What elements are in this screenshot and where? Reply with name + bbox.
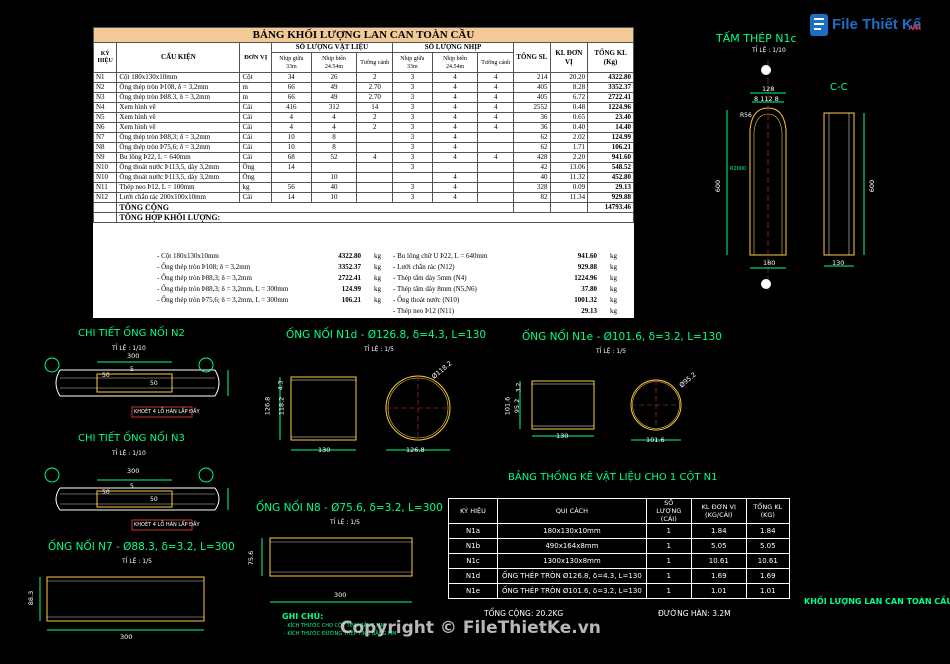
bottom-right-label: KHỐI LƯỢNG LAN CAN TOÀN CẦU [804,597,950,606]
tk-cell: N1e [448,583,498,599]
n1c-dim-mid: 8 112 8 [754,95,779,103]
n1e-detail [519,379,682,441]
tk-cell: 10.61 [745,553,790,569]
n1d-title: ỐNG NỐI N1d - Ø126.8, δ=4.3, L=130 [286,329,487,341]
n1d-dim-h2: 118.2 [277,396,286,416]
tk-weld: ĐƯỜNG HÀN: 3.2M [658,609,731,618]
tk-cell: 1.69 [745,568,790,584]
n8-dim-w: 300 [334,591,347,599]
tk-cell: 1.01 [745,583,790,599]
n1d-dim-w: 130 [318,446,331,454]
n8-title: ỐNG NỐI N8 - Ø75.6, δ=3.2, L=300 [256,502,443,514]
n1d-dim-h: 126.8 [263,396,272,416]
n7-dim-h: 88.3 [27,590,36,606]
n3-title: CHI TIẾT ỐNG NỐI N3 [78,433,185,444]
n8-dim-h: 75.6 [247,550,256,566]
n1c-dim-w: 180 [763,259,776,267]
tk-header-row: KÝ HIỆU QUI CÁCH SỐ LƯỢNG (CÁI) KL ĐƠN VỊ (… [448,498,790,524]
n3-dim-c: 50 [150,496,158,503]
tk-cell: 180x130x10mm [497,523,647,539]
n1e-dim-w: 130 [556,432,569,440]
cc-dim-w: 130 [832,259,845,267]
tk-row: N1c 1300x130x8mm 1 10.61 10.61 [448,553,790,569]
n7-dim-w: 300 [120,633,133,641]
tk-body: N1a 180x130x10mm 1 1.84 1.84 N1b 490x164x8mm 1 5… [448,523,790,599]
tk-cell: N1a [448,523,498,539]
tk-cell: ỐNG THÉP TRÒN Ø101.6, δ=3.2, L=130 [497,583,647,599]
n3-dim-l: 300 [127,467,140,475]
section-marker-icon [761,65,771,75]
n2-scale: TỈ LỆ : 1/10 [112,345,146,352]
n1d-dim-t: 4.3 [277,380,285,391]
n7-title: ỐNG NỐI N7 - Ø88.3, δ=3.2, L=300 [48,541,235,553]
cc-section [823,112,865,267]
tk-cell: 1 [645,553,692,569]
n3-detail [44,467,229,531]
n2-dim-a: 50 [102,372,110,379]
n1d-scale: TỈ LỆ : 1/5 [364,346,394,353]
tk-total: TỔNG CỘNG: 20.2KG [484,609,564,618]
tk-cell: N1c [448,553,498,569]
tk-cell: 1300x130x8mm [497,553,647,569]
n1c-title: TẤM THÉP N1c [716,32,797,45]
tk-cell: 1 [645,538,692,554]
tk-cell: 1.01 [690,583,747,599]
n1e-scale: TỈ LỆ : 1/5 [596,348,626,355]
tk-row: N1b 490x164x8mm 1 5.05 5.05 [448,538,790,554]
tk-cell: 5.05 [690,538,747,554]
cc-title: C-C [830,82,848,93]
tk-header-cell: KÝ HIỆU [448,498,498,524]
n3-dim-b: 5 [130,483,134,490]
n1e-dim-h: 101.6 [503,396,512,416]
n2-dim-l: 300 [127,352,140,360]
tk-table: KÝ HIỆU QUI CÁCH SỐ LƯỢNG (CÁI) KL ĐƠN VỊ (… [448,498,790,599]
n2-note: KHOÉT 4 LỖ HÀN LẤP ĐẦY [134,409,200,415]
tk-cell: ỐNG THÉP TRÒN Ø126.8, δ=4.3, L=130 [497,568,647,584]
n1c-dim-r: R56 [740,112,752,119]
tk-header-cell: TỔNG KL (KG) [745,498,790,524]
n1c-dim-r2: R2000 [730,166,747,172]
n3-note: KHOÉT 4 LỖ HÀN LẤP ĐẦY [134,522,200,528]
tk-header-cell: QUI CÁCH [497,498,647,524]
tk-cell: 1 [645,523,692,539]
n1e-dim-h2: 95.2 [513,398,522,414]
tk-cell: 10.61 [690,553,747,569]
tk-row: N1a 180x130x10mm 1 1.84 1.84 [448,523,790,539]
n1c-dim-h: 600 [714,179,723,193]
tk-cell: 1.84 [745,523,790,539]
cc-dim-h: 600 [868,179,877,193]
tk-row: N1d ỐNG THÉP TRÒN Ø126.8, δ=4.3, L=130 1 1.… [448,568,790,584]
n2-title: CHI TIẾT ỐNG NỐI N2 [78,328,185,339]
tk-cell: 490x164x8mm [497,538,647,554]
n1c-dim-top: 128 [762,85,775,93]
n1c-scale: TỈ LỆ : 1/10 [752,47,786,54]
tk-row: N1e ỐNG THÉP TRÒN Ø101.6, δ=3.2, L=130 1 1.… [448,583,790,599]
n1d-dim-d: 126.8 [406,446,425,454]
tk-cell: 1.69 [690,568,747,584]
tk-title: BẢNG THỐNG KÊ VẬT LIỆU CHO 1 CỘT N1 [508,472,718,483]
tk-header-cell: KL ĐƠN VỊ (KG/CÁI) [690,498,747,524]
n3-dim-a: 50 [102,489,110,496]
n2-dim-b: 5 [130,366,134,373]
tk-cell: 5.05 [745,538,790,554]
tk-cell: 1 [645,568,692,584]
section-marker-icon [761,279,771,289]
notes-title: GHI CHÚ: [282,612,324,621]
tk-cell: 1.84 [690,523,747,539]
tk-cell: N1b [448,538,498,554]
n1e-dim-d: 101.6 [646,436,665,444]
n7-scale: TỈ LỆ : 1/5 [122,558,152,565]
tk-cell: 1 [645,583,692,599]
n7-detail [39,576,205,631]
n1d-detail [279,375,451,451]
tk-cell: N1d [448,568,498,584]
tk-header-cell: SỐ LƯỢNG (CÁI) [645,498,692,524]
n3-scale: TỈ LỆ : 1/10 [112,450,146,457]
copyright-watermark: Copyright © FileThietKe.vn [340,618,601,638]
n2-dim-c: 50 [150,380,158,387]
n1e-title: ỐNG NỐI N1e - Ø101.6, δ=3.2, L=130 [522,331,722,343]
n1e-dim-t: 3.2 [515,382,523,393]
n8-scale: TỈ LỆ : 1/5 [330,519,360,526]
